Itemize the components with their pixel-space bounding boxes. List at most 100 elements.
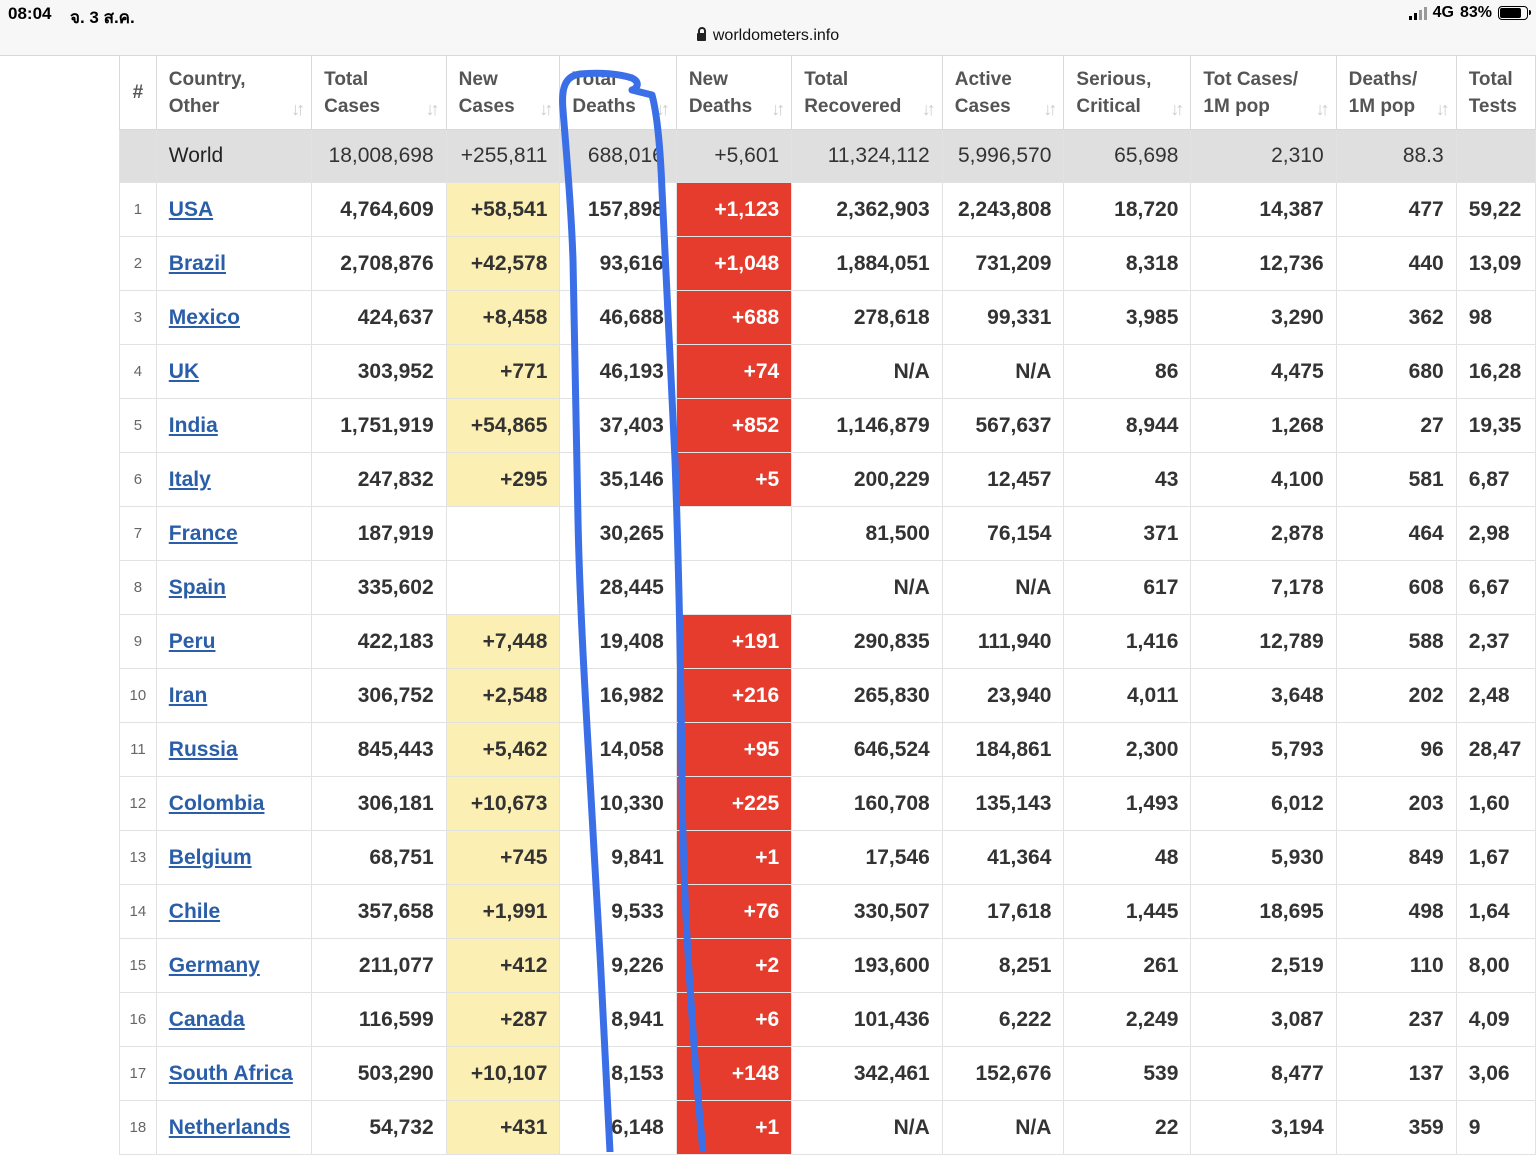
total-recovered-cell: 342,461: [791, 1046, 943, 1101]
country-link[interactable]: Peru: [169, 630, 216, 653]
sort-icon[interactable]: ↓↑: [291, 96, 305, 123]
header-total-tests[interactable]: Total Tests: [1455, 55, 1536, 130]
header-country[interactable]: Country, Other ↓↑: [155, 55, 313, 130]
table-row: 5 India 1,751,919 +54,865 37,403 +852 1,146,87…: [119, 398, 1536, 453]
serious-critical-cell: 8,318: [1063, 236, 1192, 291]
total-recovered-cell: 17,546: [791, 830, 943, 885]
country-link[interactable]: Spain: [169, 576, 226, 599]
total-tests-cell: 98: [1455, 290, 1536, 345]
country-link[interactable]: Italy: [169, 468, 211, 491]
new-deaths-cell: [675, 560, 793, 615]
country-link[interactable]: Chile: [169, 900, 220, 923]
total-cases-cell: 2,708,876: [311, 236, 447, 291]
status-time: 08:04: [8, 4, 52, 23]
header-label-line1: Total: [1468, 68, 1513, 90]
sort-icon[interactable]: ↓↑: [1436, 96, 1450, 123]
cases-per-million-cell: 1,268: [1190, 398, 1337, 453]
rank-cell: 9: [119, 614, 157, 669]
active-cases-cell: 111,940: [941, 614, 1065, 669]
new-deaths-cell: +852: [675, 398, 793, 453]
rank-cell: 1: [119, 182, 157, 237]
total-cases-cell: 335,602: [311, 560, 447, 615]
active-cases-cell: 152,676: [941, 1046, 1065, 1101]
country-link[interactable]: Belgium: [169, 846, 252, 869]
header-total-deaths[interactable]: Total Deaths ↓↑: [559, 55, 677, 130]
country-link[interactable]: Colombia: [169, 792, 265, 815]
new-cases-cell: +8,458: [445, 290, 561, 345]
country-link[interactable]: Iran: [169, 684, 208, 707]
new-cases-cell: +771: [445, 344, 561, 399]
new-cases-cell: +745: [445, 830, 561, 885]
serious-critical-cell: 48: [1063, 830, 1192, 885]
cases-per-million-cell: 5,930: [1190, 830, 1337, 885]
serious-critical-cell: 371: [1063, 506, 1192, 561]
deaths-per-million-cell: 203: [1335, 776, 1457, 831]
header-label-line1: Tot Cases/: [1203, 68, 1299, 90]
country-link[interactable]: France: [169, 522, 238, 545]
world-active-cases: 5,996,570: [941, 129, 1065, 183]
sort-icon[interactable]: ↓↑: [1170, 96, 1184, 123]
new-deaths-cell: +2: [675, 938, 793, 993]
header-total-recovered[interactable]: Total Recovered ↓↑: [791, 55, 943, 130]
total-cases-cell: 303,952: [311, 344, 447, 399]
new-cases-cell: +1,991: [445, 884, 561, 939]
sort-icon[interactable]: ↓↑: [922, 96, 936, 123]
sort-icon[interactable]: ↓↑: [656, 96, 670, 123]
cases-per-million-cell: 12,736: [1190, 236, 1337, 291]
country-link[interactable]: Canada: [169, 1008, 245, 1031]
header-rank[interactable]: #: [119, 55, 157, 130]
header-new-cases[interactable]: New Cases ↓↑: [445, 55, 561, 130]
sort-icon[interactable]: ↓↑: [1043, 96, 1057, 123]
table-row: 10 Iran 306,752 +2,548 16,982 +216 265,830 23,9…: [119, 668, 1536, 723]
table-header-row: # Country, Other ↓↑ Total Cases ↓↑ New Cases ↓↑ To…: [119, 55, 1536, 130]
country-link[interactable]: UK: [169, 360, 199, 383]
header-cases-per-million[interactable]: Tot Cases/1M pop ↓↑: [1190, 55, 1337, 130]
deaths-per-million-cell: 849: [1335, 830, 1457, 885]
world-total-recovered: 11,324,112: [791, 129, 943, 183]
total-deaths-cell: 28,445: [559, 560, 677, 615]
total-cases-cell: 4,764,609: [311, 182, 447, 237]
header-active-cases[interactable]: Active Cases ↓↑: [941, 55, 1065, 130]
country-link[interactable]: Russia: [169, 738, 238, 761]
deaths-per-million-cell: 137: [1335, 1046, 1457, 1101]
total-deaths-cell: 19,408: [559, 614, 677, 669]
rank-cell: 6: [119, 452, 157, 507]
sort-icon[interactable]: ↓↑: [771, 96, 785, 123]
new-cases-cell: +5,462: [445, 722, 561, 777]
total-cases-cell: 68,751: [311, 830, 447, 885]
header-serious-critical[interactable]: Serious, Critical ↓↑: [1063, 55, 1192, 130]
serious-critical-cell: 18,720: [1063, 182, 1192, 237]
address-bar[interactable]: worldometers.info: [0, 27, 1536, 45]
header-deaths-per-million[interactable]: Deaths/1M pop ↓↑: [1335, 55, 1457, 130]
table-row: 13 Belgium 68,751 +745 9,841 +1 17,546 41,364 48…: [119, 830, 1536, 885]
country-link[interactable]: Brazil: [169, 252, 226, 275]
header-label-line2: Deaths: [572, 95, 636, 117]
country-link[interactable]: India: [169, 414, 218, 437]
country-cell: Canada: [155, 992, 313, 1047]
world-new-deaths: +5,601: [675, 129, 793, 183]
country-link[interactable]: Germany: [169, 954, 260, 977]
deaths-per-million-cell: 498: [1335, 884, 1457, 939]
rank-cell: 5: [119, 398, 157, 453]
header-total-cases[interactable]: Total Cases ↓↑: [311, 55, 447, 130]
header-new-deaths[interactable]: New Deaths ↓↑: [675, 55, 793, 130]
country-link[interactable]: South Africa: [169, 1062, 293, 1085]
rank-cell: 14: [119, 884, 157, 939]
total-recovered-cell: 193,600: [791, 938, 943, 993]
new-cases-cell: +10,107: [445, 1046, 561, 1101]
url-text[interactable]: worldometers.info: [713, 27, 839, 44]
total-tests-cell: 1,60: [1455, 776, 1536, 831]
new-deaths-cell: +1: [675, 830, 793, 885]
header-label-line1: Deaths/: [1348, 68, 1418, 90]
serious-critical-cell: 22: [1063, 1100, 1192, 1155]
country-link[interactable]: Mexico: [169, 306, 240, 329]
sort-icon[interactable]: ↓↑: [539, 96, 553, 123]
sort-icon[interactable]: ↓↑: [426, 96, 440, 123]
serious-critical-cell: 1,416: [1063, 614, 1192, 669]
sort-icon[interactable]: ↓↑: [1316, 96, 1330, 123]
country-link[interactable]: USA: [169, 198, 213, 221]
world-total-row: World 18,008,698 +255,811 688,016 +5,601 11,3…: [119, 129, 1536, 183]
country-link[interactable]: Netherlands: [169, 1116, 290, 1139]
world-rank-cell: [119, 129, 157, 183]
cases-per-million-cell: 4,100: [1190, 452, 1337, 507]
